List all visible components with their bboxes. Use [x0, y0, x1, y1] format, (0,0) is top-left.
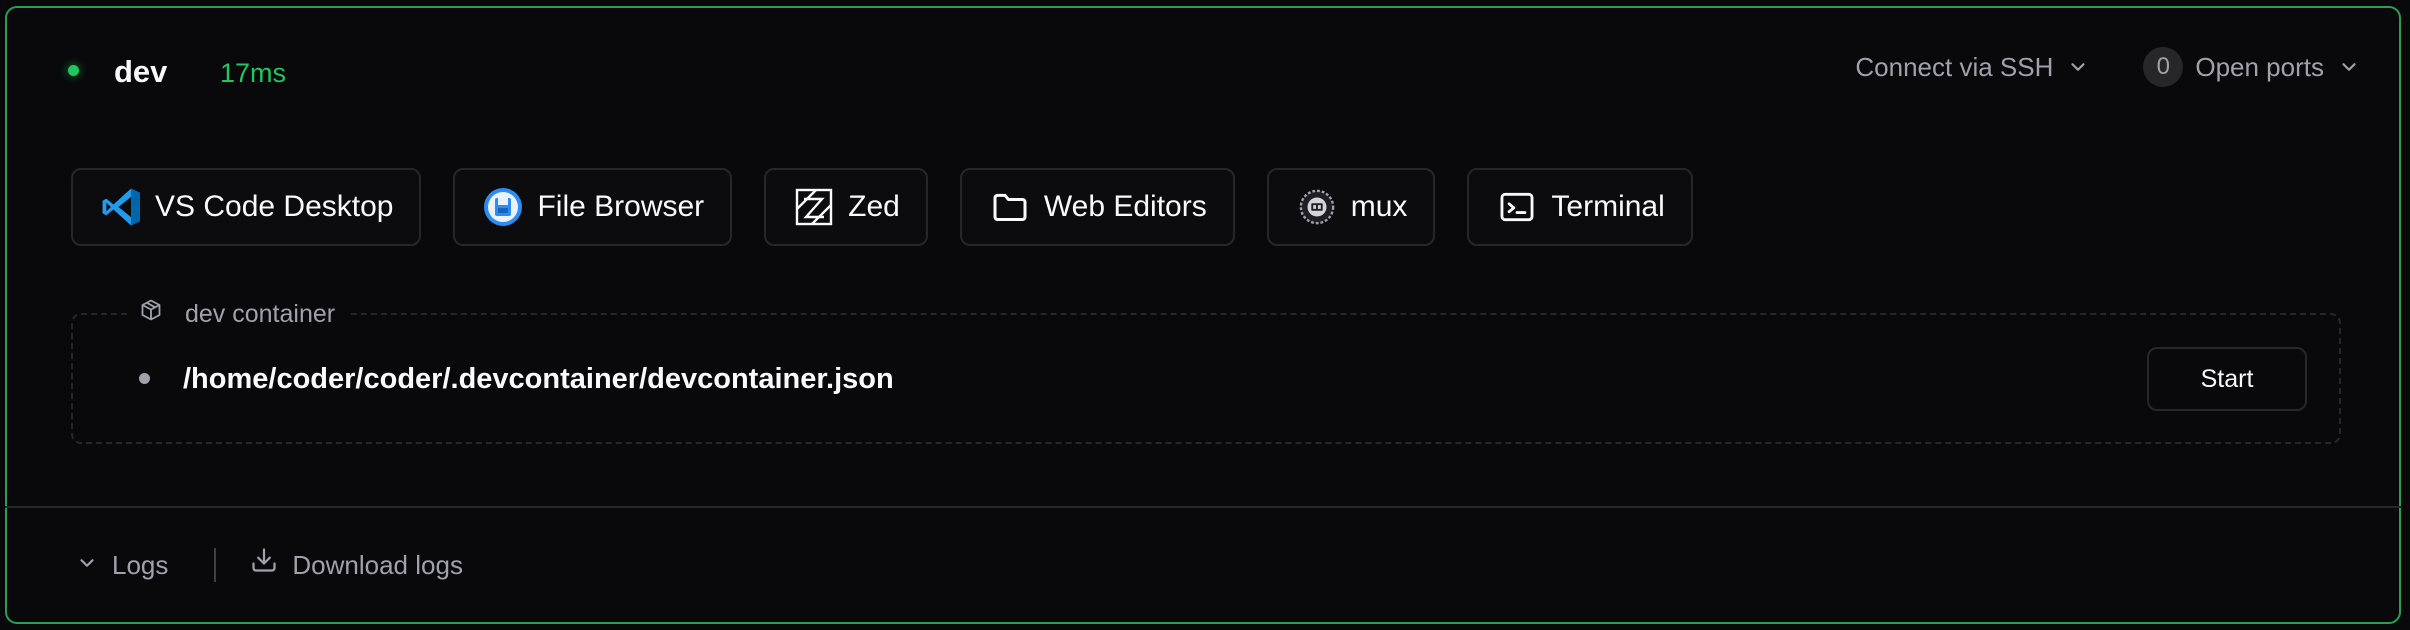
- open-ports-label: Open ports: [2195, 52, 2324, 82]
- vscode-desktop-button[interactable]: VS Code Desktop: [71, 168, 422, 246]
- terminal-icon: [1495, 185, 1539, 229]
- mux-button[interactable]: mux: [1266, 168, 1436, 246]
- download-logs-label: Download logs: [292, 550, 463, 580]
- start-button[interactable]: Start: [2147, 347, 2307, 411]
- download-logs-button[interactable]: Download logs: [250, 545, 463, 585]
- agent-latency: 17ms: [220, 58, 287, 88]
- open-ports-button[interactable]: 0 Open ports: [2143, 47, 2360, 87]
- devcontainer-path: /home/coder/coder/.devcontainer/devconta…: [183, 363, 894, 395]
- devcontainer-legend-label: dev container: [185, 300, 336, 328]
- connect-ssh-label: Connect via SSH: [1855, 52, 2054, 82]
- agent-header-actions: Connect via SSH 0 Open ports: [1855, 47, 2360, 87]
- file-browser-button[interactable]: File Browser: [453, 168, 733, 246]
- connect-ssh-button[interactable]: Connect via SSH: [1855, 47, 2089, 87]
- agent-status-dot: [68, 65, 79, 76]
- vscode-icon: [99, 185, 143, 229]
- folder-icon: [988, 185, 1032, 229]
- chevron-down-icon: [76, 545, 98, 585]
- file-browser-icon: [481, 185, 525, 229]
- devcontainer-status-dot: [139, 373, 150, 384]
- web-editors-button[interactable]: Web Editors: [959, 168, 1235, 246]
- container-icon: [139, 297, 163, 331]
- app-label: mux: [1350, 190, 1408, 223]
- devcontainer-legend: dev container: [127, 297, 352, 331]
- app-label: Web Editors: [1043, 190, 1207, 223]
- app-label: Terminal: [1551, 190, 1665, 223]
- logs-footer: Logs Download logs: [76, 545, 463, 585]
- app-label: Zed: [848, 190, 900, 223]
- footer-divider: [5, 506, 2401, 508]
- download-icon: [250, 545, 278, 585]
- footer-separator: [214, 548, 217, 582]
- logs-label: Logs: [112, 550, 169, 580]
- mux-icon: [1295, 185, 1339, 229]
- app-label: VS Code Desktop: [155, 190, 394, 223]
- terminal-button[interactable]: Terminal: [1467, 168, 1693, 246]
- chevron-down-icon: [2338, 56, 2360, 78]
- app-label: File Browser: [537, 190, 705, 223]
- logs-toggle-button[interactable]: Logs: [76, 545, 168, 585]
- zed-icon: [792, 185, 836, 229]
- ports-count-badge: 0: [2143, 47, 2184, 87]
- agent-name: dev: [114, 54, 168, 89]
- devcontainer-panel: dev container /home/coder/coder/.devcont…: [71, 297, 2341, 444]
- zed-button[interactable]: Zed: [764, 168, 928, 246]
- app-buttons: VS Code Desktop File Browser Zed Web Edi…: [71, 168, 1693, 246]
- chevron-down-icon: [2067, 56, 2089, 78]
